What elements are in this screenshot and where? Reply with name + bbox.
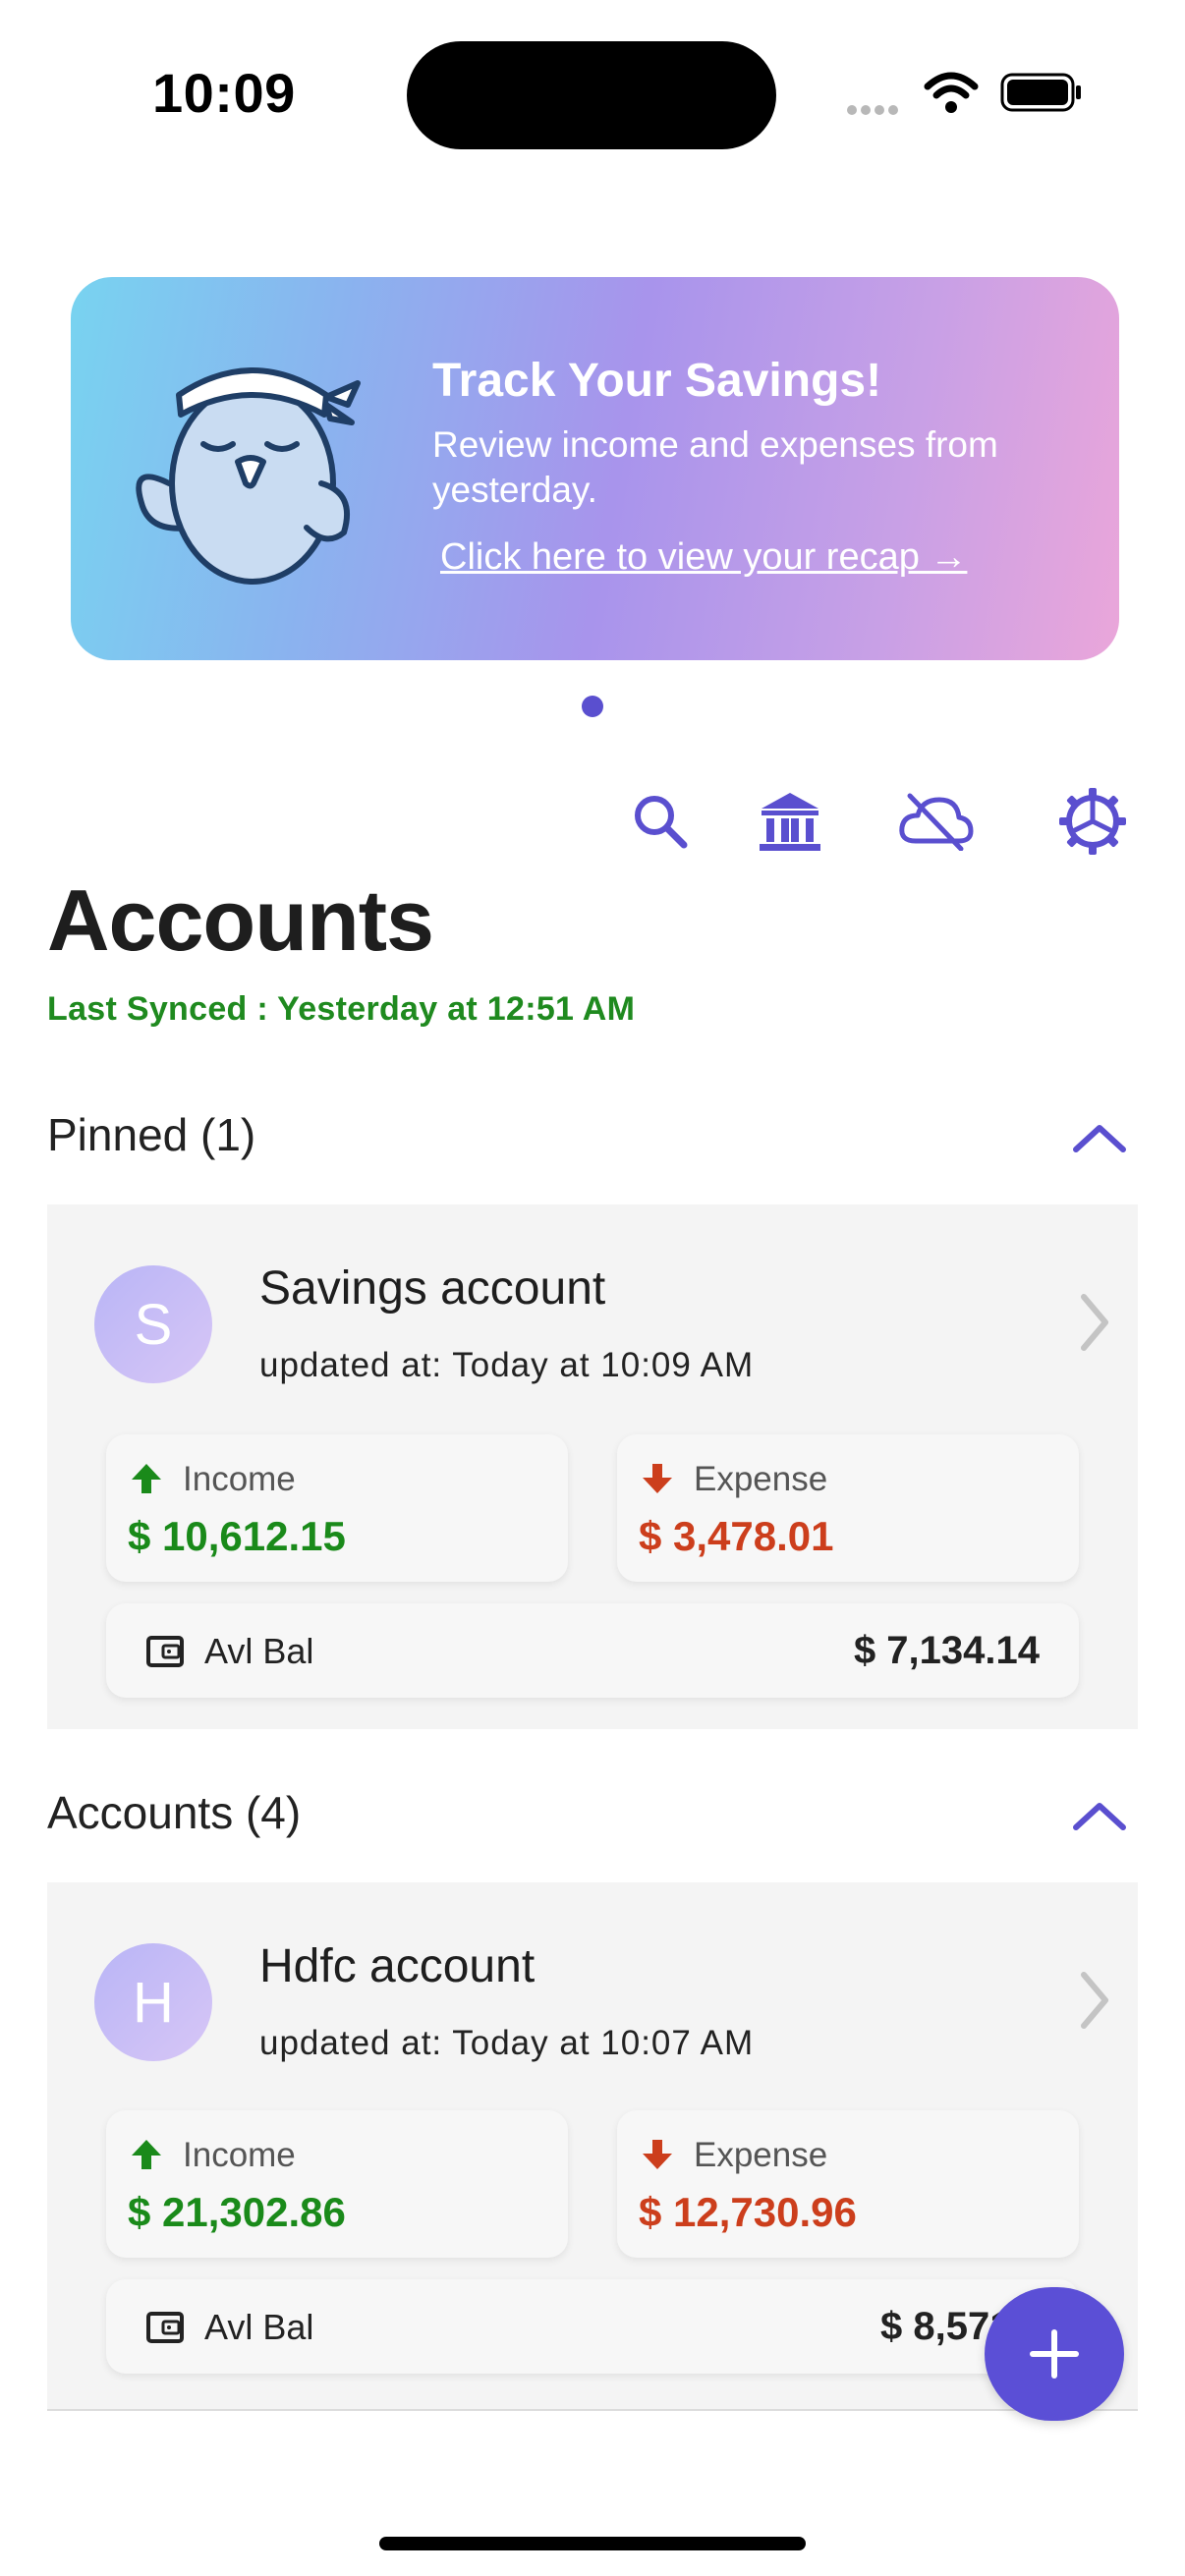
available-balance-label: Avl Bal (204, 1631, 314, 1671)
wifi-icon (924, 72, 979, 113)
bird-mascot-icon (136, 367, 361, 585)
available-balance-label: Avl Bal (204, 2307, 314, 2347)
arrow-down-icon (643, 1464, 672, 1493)
accounts-section-header: Accounts (4) (47, 1787, 302, 1838)
settings-icon (1059, 788, 1126, 855)
cloud-off-icon (899, 793, 974, 851)
arrow-up-icon (132, 1464, 161, 1493)
expense-label: Expense (694, 2136, 828, 2174)
settings-button[interactable] (1053, 782, 1132, 861)
account-card[interactable]: H Hdfc account updated at: Today at 10:0… (47, 1882, 1138, 2409)
avatar: H (94, 1943, 212, 2061)
income-label: Income (183, 1460, 296, 1498)
income-value: $ 10,612.15 (128, 1513, 346, 1559)
income-stat: Income $ 21,302.86 (106, 2110, 568, 2258)
bank-icon (760, 793, 820, 851)
savings-recap-banner[interactable]: Track Your Savings! Review income and ex… (71, 277, 1119, 660)
account-name: Hdfc account (259, 1940, 536, 1992)
avatar: S (94, 1265, 212, 1383)
add-account-button[interactable] (985, 2287, 1124, 2421)
arrow-up-icon (132, 2140, 161, 2169)
view-recap-link[interactable]: Click here to view your recap → (440, 536, 967, 579)
wallet-icon (146, 2312, 184, 2343)
account-updated-at: updated at: Today at 10:07 AM (259, 2024, 755, 2062)
expense-label: Expense (694, 1460, 828, 1498)
income-label: Income (183, 2136, 296, 2174)
dynamic-island (407, 41, 776, 149)
search-icon (635, 796, 688, 849)
income-stat: Income $ 10,612.15 (106, 1434, 568, 1582)
expense-value: $ 3,478.01 (639, 1513, 834, 1559)
wallet-icon (146, 1636, 184, 1667)
carousel-page-indicator[interactable] (582, 696, 603, 717)
account-detail-chevron[interactable] (1065, 1961, 1124, 2040)
cloud-sync-button[interactable] (896, 782, 975, 861)
chevron-right-icon (1081, 1294, 1108, 1351)
collapse-accounts-button[interactable] (1065, 1786, 1134, 1845)
arrow-down-icon (643, 2140, 672, 2169)
account-detail-chevron[interactable] (1065, 1283, 1124, 1362)
banner-description: Review income and expenses from yesterda… (432, 424, 998, 510)
chevron-up-icon (1073, 1803, 1126, 1830)
status-time: 10:09 (152, 62, 296, 124)
account-name: Savings account (259, 1262, 606, 1315)
bank-button[interactable] (751, 782, 829, 861)
signal-icon (847, 102, 902, 120)
page-title: Accounts (47, 871, 434, 969)
expense-stat: Expense $ 3,478.01 (617, 1434, 1079, 1582)
battery-icon (1000, 73, 1081, 112)
expense-value: $ 12,730.96 (639, 2189, 857, 2235)
chevron-up-icon (1073, 1125, 1126, 1152)
income-value: $ 21,302.86 (128, 2189, 346, 2235)
search-button[interactable] (621, 782, 700, 861)
banner-title: Track Your Savings! (432, 355, 882, 407)
list-divider (47, 2409, 1138, 2411)
collapse-pinned-button[interactable] (1065, 1108, 1134, 1167)
chevron-right-icon (1081, 1972, 1108, 2029)
pinned-section-header: Pinned (1) (47, 1109, 256, 1160)
available-balance-value: $ 7,134.14 (853, 1629, 1040, 1672)
available-balance-row: Avl Bal $ 7,134.14 (106, 1603, 1079, 1698)
last-synced-text: Last Synced : Yesterday at 12:51 AM (47, 990, 636, 1028)
expense-stat: Expense $ 12,730.96 (617, 2110, 1079, 2258)
plus-icon (1030, 2329, 1079, 2379)
account-updated-at: updated at: Today at 10:09 AM (259, 1346, 755, 1384)
pinned-account-card[interactable]: S Savings account updated at: Today at 1… (47, 1204, 1138, 1729)
home-indicator[interactable] (379, 2537, 806, 2550)
available-balance-row: Avl Bal $ 8,571. (106, 2279, 1079, 2374)
